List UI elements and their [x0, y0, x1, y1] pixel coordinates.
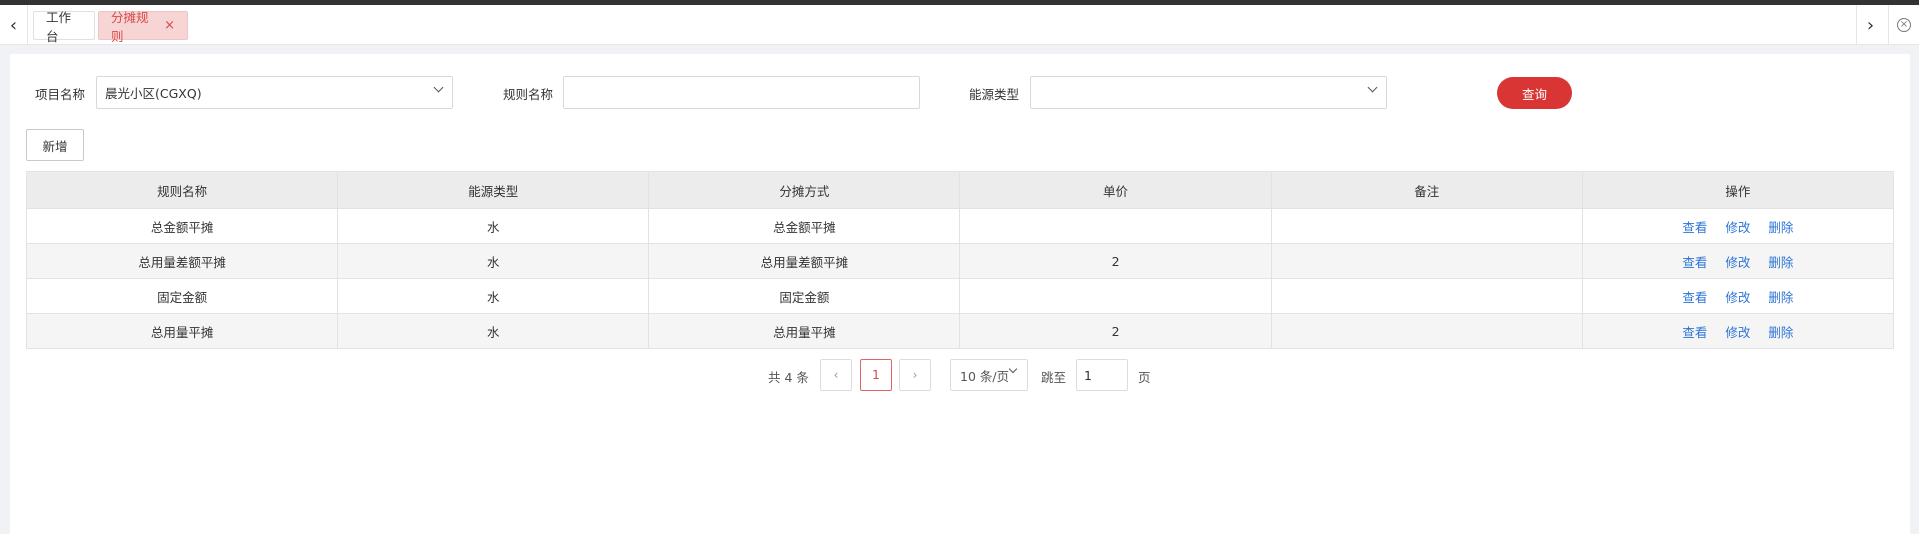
- column-header: 操作: [1581, 171, 1895, 209]
- cell-rule-name: 固定金额: [25, 278, 339, 314]
- delete-link[interactable]: 删除: [1768, 220, 1793, 235]
- cell-actions: 查看 修改 删除: [1581, 313, 1895, 349]
- project-select-value: 晨光小区(CGXQ): [105, 86, 202, 101]
- column-header: 能源类型: [337, 171, 650, 209]
- project-select[interactable]: 晨光小区(CGXQ): [96, 76, 453, 109]
- close-all-tabs-icon[interactable]: ×: [1888, 5, 1919, 45]
- rule-name-input[interactable]: [563, 76, 920, 109]
- cell-energy-type: 水: [337, 313, 650, 349]
- cell-rule-name: 总用量差额平摊: [25, 243, 339, 279]
- cell-energy-type: 水: [337, 208, 650, 244]
- tab-scroll-right-icon[interactable]: ›: [1856, 5, 1884, 45]
- cell-allocation-method: 总金额平摊: [648, 208, 961, 244]
- edit-link[interactable]: 修改: [1725, 325, 1750, 340]
- edit-link[interactable]: 修改: [1725, 220, 1750, 235]
- column-header: 分摊方式: [648, 171, 961, 209]
- column-header: 单价: [959, 171, 1272, 209]
- jump-page-input[interactable]: 1: [1076, 359, 1128, 391]
- cell-unit-price: [959, 278, 1272, 314]
- page-size-value: 10 条/页: [960, 368, 1010, 384]
- edit-link[interactable]: 修改: [1725, 255, 1750, 270]
- column-header: 规则名称: [25, 171, 339, 209]
- cell-allocation-method: 总用量差额平摊: [648, 243, 961, 279]
- cell-rule-name: 总金额平摊: [25, 208, 339, 244]
- view-link[interactable]: 查看: [1682, 220, 1707, 235]
- table-row: 固定金额 水 固定金额 查看 修改 删除: [25, 278, 1895, 314]
- main-panel: 项目名称 晨光小区(CGXQ) 规则名称 能源类型 查询 新增 规则名称 能源类…: [10, 54, 1910, 534]
- rules-table: 规则名称 能源类型 分摊方式 单价 备注 操作 总金额平摊 水 总金额平摊 查看…: [25, 171, 1895, 349]
- view-link[interactable]: 查看: [1682, 290, 1707, 305]
- cell-actions: 查看 修改 删除: [1581, 208, 1895, 244]
- table-row: 总用量平摊 水 总用量平摊 2 查看 修改 删除: [25, 313, 1895, 349]
- cell-actions: 查看 修改 删除: [1581, 278, 1895, 314]
- tab-scroll-left-icon[interactable]: ‹: [0, 5, 28, 45]
- cell-remark: [1270, 313, 1583, 349]
- cell-rule-name: 总用量平摊: [25, 313, 339, 349]
- add-button[interactable]: 新增: [26, 129, 84, 161]
- next-page-icon[interactable]: ›: [899, 359, 931, 391]
- tab-label: 工作台: [46, 9, 72, 44]
- cell-energy-type: 水: [337, 278, 650, 314]
- table-header-row: 规则名称 能源类型 分摊方式 单价 备注 操作: [25, 171, 1895, 209]
- tab-workbench[interactable]: 工作台: [33, 10, 95, 44]
- view-link[interactable]: 查看: [1682, 255, 1707, 270]
- tab-label: 分摊规则: [111, 9, 149, 44]
- cell-unit-price: 2: [959, 243, 1272, 279]
- energy-type-select[interactable]: [1030, 76, 1387, 109]
- cell-allocation-method: 总用量平摊: [648, 313, 961, 349]
- view-link[interactable]: 查看: [1682, 325, 1707, 340]
- page-suffix-label: 页: [1138, 370, 1151, 385]
- cell-actions: 查看 修改 删除: [1581, 243, 1895, 279]
- cell-remark: [1270, 243, 1583, 279]
- chevron-down-icon: [1367, 82, 1378, 93]
- page-size-select[interactable]: 10 条/页: [950, 359, 1028, 391]
- rule-name-label: 规则名称: [503, 87, 554, 102]
- cell-energy-type: 水: [337, 243, 650, 279]
- chevron-down-icon: [433, 82, 444, 93]
- table-row: 总金额平摊 水 总金额平摊 查看 修改 删除: [25, 208, 1895, 244]
- tab-close-icon[interactable]: ×: [164, 18, 175, 33]
- cell-remark: [1270, 278, 1583, 314]
- delete-link[interactable]: 删除: [1768, 325, 1793, 340]
- chevron-down-icon: [1008, 364, 1018, 374]
- prev-page-icon[interactable]: ‹: [820, 359, 852, 391]
- delete-link[interactable]: 删除: [1768, 290, 1793, 305]
- tab-bar: ‹ 工作台 分摊规则 × › ×: [0, 5, 1919, 45]
- edit-link[interactable]: 修改: [1725, 290, 1750, 305]
- table-row: 总用量差额平摊 水 总用量差额平摊 2 查看 修改 删除: [25, 243, 1895, 279]
- cell-unit-price: [959, 208, 1272, 244]
- cell-allocation-method: 固定金额: [648, 278, 961, 314]
- column-header: 备注: [1270, 171, 1583, 209]
- page-button-current[interactable]: 1: [860, 359, 892, 391]
- jump-label: 跳至: [1041, 370, 1067, 385]
- cell-unit-price: 2: [959, 313, 1272, 349]
- query-button[interactable]: 查询: [1497, 77, 1572, 109]
- project-name-label: 项目名称: [35, 87, 86, 102]
- tab-allocation-rules[interactable]: 分摊规则 ×: [98, 10, 188, 44]
- energy-type-label: 能源类型: [969, 87, 1020, 102]
- pagination-total: 共 4 条: [768, 370, 809, 385]
- delete-link[interactable]: 删除: [1768, 255, 1793, 270]
- cell-remark: [1270, 208, 1583, 244]
